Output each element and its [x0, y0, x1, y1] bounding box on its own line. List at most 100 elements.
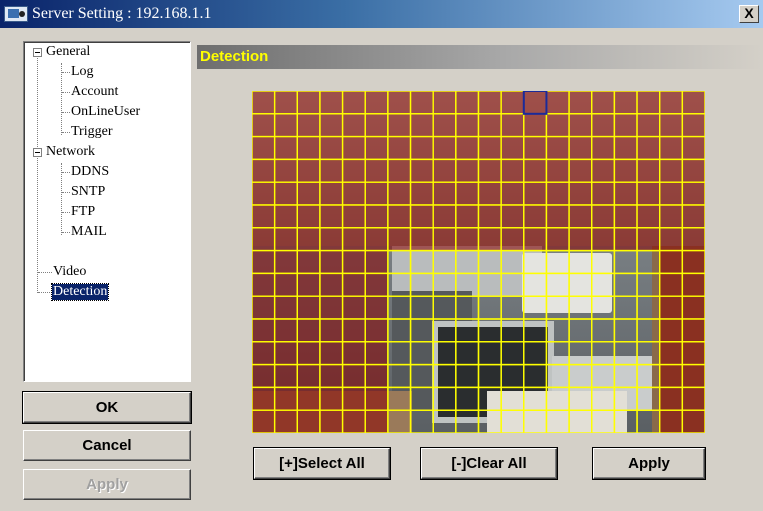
detection-cell[interactable] [387, 295, 412, 320]
detection-cell[interactable] [591, 113, 616, 138]
detection-cell[interactable] [273, 249, 298, 275]
detection-cell[interactable] [409, 113, 434, 138]
detection-cell[interactable] [636, 341, 661, 366]
detection-cell[interactable] [636, 158, 661, 183]
detection-cell[interactable] [591, 386, 616, 411]
tree-item-general[interactable]: General [45, 44, 91, 60]
detection-cell[interactable] [455, 181, 480, 206]
detection-cell[interactable] [273, 91, 298, 115]
detection-cell[interactable] [364, 341, 389, 366]
detection-grid[interactable] [252, 91, 705, 433]
detection-cell[interactable] [659, 363, 684, 389]
detection-cell[interactable] [387, 386, 412, 411]
detection-cell[interactable] [636, 386, 661, 411]
tree-item-ftp[interactable]: FTP [70, 204, 96, 220]
detection-cell[interactable] [500, 91, 525, 115]
detection-cell[interactable] [341, 272, 366, 297]
detection-cell[interactable] [341, 204, 366, 229]
detection-cell[interactable] [319, 295, 344, 320]
detection-cell[interactable] [545, 341, 570, 366]
detection-cell[interactable] [319, 135, 344, 161]
detection-cell[interactable] [681, 363, 705, 389]
detection-cell[interactable] [432, 318, 457, 343]
detection-cell[interactable] [273, 158, 298, 183]
detection-cell[interactable] [500, 135, 525, 161]
detection-cell[interactable] [387, 227, 412, 252]
expand-general-icon[interactable] [33, 48, 42, 57]
detection-cell[interactable] [591, 272, 616, 297]
detection-cell[interactable] [636, 409, 661, 433]
detection-cell[interactable] [455, 113, 480, 138]
settings-tree[interactable]: General Log Account OnLineUser Trigger N… [23, 41, 191, 382]
detection-cell[interactable] [364, 113, 389, 138]
detection-cell[interactable] [455, 249, 480, 275]
detection-cell[interactable] [432, 113, 457, 138]
detection-cell[interactable] [591, 158, 616, 183]
detection-cell[interactable] [591, 181, 616, 206]
detection-cell[interactable] [409, 363, 434, 389]
detection-cell[interactable] [252, 409, 276, 433]
detection-cell[interactable] [387, 272, 412, 297]
detection-cell[interactable] [387, 158, 412, 183]
detection-cell[interactable] [636, 91, 661, 115]
detection-cell[interactable] [455, 409, 480, 433]
detection-cell[interactable] [613, 249, 638, 275]
detection-cell[interactable] [432, 386, 457, 411]
detection-cell[interactable] [591, 341, 616, 366]
detection-cell[interactable] [568, 318, 593, 343]
tree-item-account[interactable]: Account [70, 84, 119, 100]
detection-cell[interactable] [659, 227, 684, 252]
detection-cell[interactable] [545, 386, 570, 411]
detection-cell[interactable] [500, 295, 525, 320]
detection-cell[interactable] [613, 363, 638, 389]
detection-cell[interactable] [591, 135, 616, 161]
detection-cell[interactable] [636, 249, 661, 275]
detection-cell[interactable] [523, 158, 548, 183]
detection-cell[interactable] [591, 249, 616, 275]
detection-cell[interactable] [545, 272, 570, 297]
detection-cell[interactable] [273, 341, 298, 366]
detection-cell[interactable] [613, 409, 638, 433]
detection-cell[interactable] [273, 409, 298, 433]
select-all-button[interactable]: [+]Select All [253, 447, 391, 480]
detection-cell[interactable] [477, 363, 502, 389]
apply-button-right[interactable]: Apply [592, 447, 706, 480]
detection-cell[interactable] [341, 135, 366, 161]
detection-cell[interactable] [500, 272, 525, 297]
detection-cell[interactable] [364, 135, 389, 161]
tree-item-onlineuser[interactable]: OnLineUser [70, 104, 141, 120]
detection-cell[interactable] [613, 318, 638, 343]
detection-cell[interactable] [659, 249, 684, 275]
detection-cell[interactable] [252, 295, 276, 320]
detection-cell[interactable] [296, 386, 321, 411]
detection-cell[interactable] [432, 341, 457, 366]
detection-cell[interactable] [252, 204, 276, 229]
detection-cell[interactable] [319, 341, 344, 366]
tree-item-mail[interactable]: MAIL [70, 224, 108, 240]
detection-cell[interactable] [364, 249, 389, 275]
detection-cell[interactable] [273, 135, 298, 161]
detection-cell[interactable] [341, 227, 366, 252]
detection-cell[interactable] [613, 204, 638, 229]
tree-item-log[interactable]: Log [70, 64, 95, 80]
detection-cell[interactable] [364, 295, 389, 320]
detection-cell[interactable] [568, 158, 593, 183]
detection-cell[interactable] [273, 204, 298, 229]
detection-cell[interactable] [477, 135, 502, 161]
detection-cell[interactable] [523, 181, 548, 206]
detection-cell[interactable] [252, 181, 276, 206]
detection-cell[interactable] [409, 91, 434, 115]
detection-cell[interactable] [681, 158, 705, 183]
detection-cell[interactable] [296, 135, 321, 161]
detection-cell[interactable] [273, 227, 298, 252]
detection-cell[interactable] [455, 386, 480, 411]
detection-cell[interactable] [273, 181, 298, 206]
detection-cell[interactable] [568, 227, 593, 252]
detection-cell[interactable] [296, 91, 321, 115]
detection-cell[interactable] [409, 295, 434, 320]
detection-cell[interactable] [500, 158, 525, 183]
detection-cell[interactable] [432, 204, 457, 229]
detection-cell[interactable] [319, 113, 344, 138]
detection-cell[interactable] [659, 113, 684, 138]
detection-cell[interactable] [455, 227, 480, 252]
